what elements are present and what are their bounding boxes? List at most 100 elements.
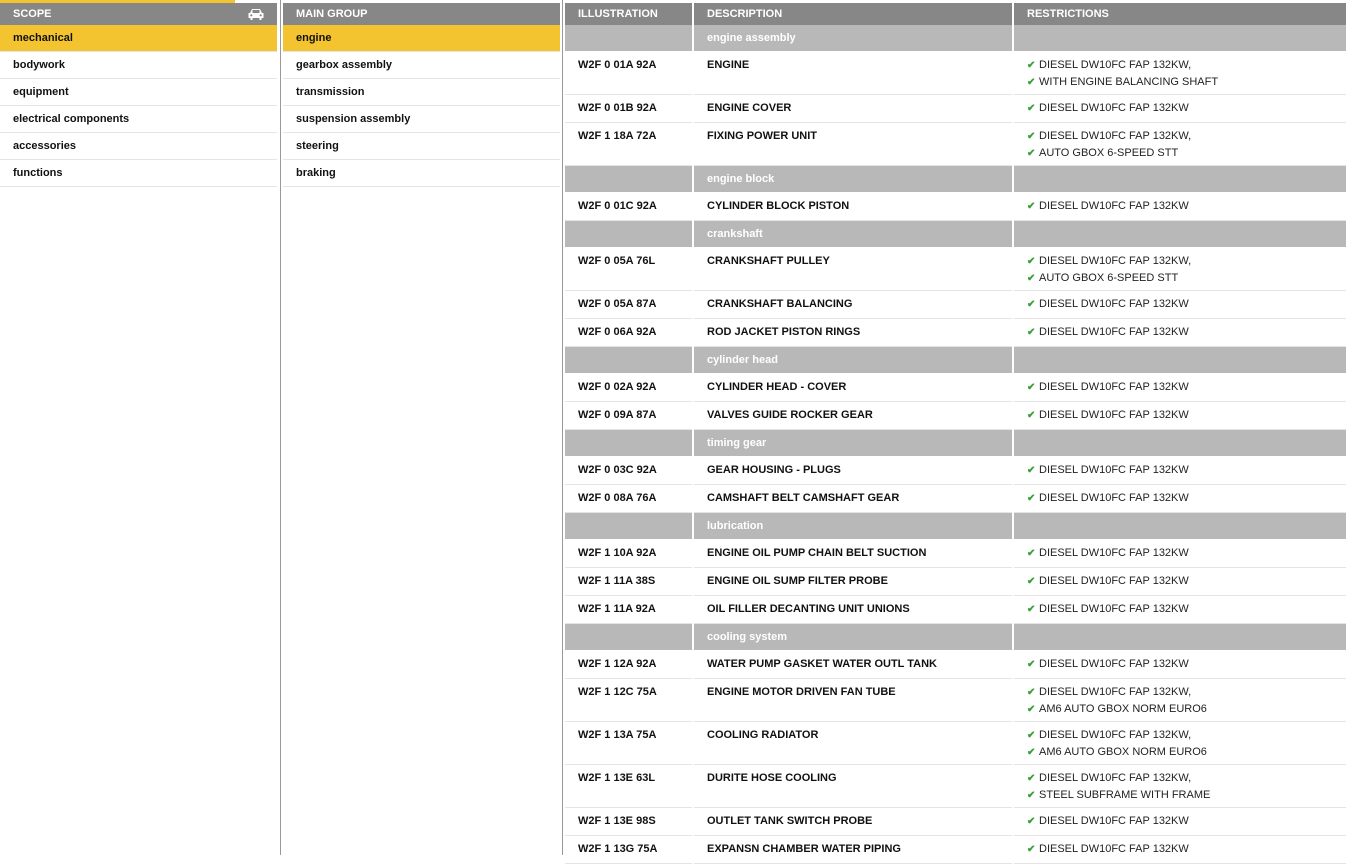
part-row[interactable]: W2F 1 13G 75A EXPANSN CHAMBER WATER PIPIN…	[565, 835, 1346, 864]
restriction-line: ✔ DIESEL DW10FC FAP 132KW	[1027, 296, 1346, 313]
main-group-item[interactable]: gearbox assembly	[283, 52, 560, 79]
section-spacer	[565, 25, 693, 52]
restriction-line: ✔ DIESEL DW10FC FAP 132KW,	[1027, 770, 1346, 787]
parts-table: ILLUSTRATION DESCRIPTION RESTRICTIONS en…	[565, 3, 1346, 864]
main-group-header-label: MAIN GROUP	[296, 8, 368, 20]
divider	[280, 0, 281, 855]
main-group-item[interactable]: engine	[283, 25, 560, 52]
restriction-line: ✔ WITH ENGINE BALANCING SHAFT	[1027, 74, 1346, 91]
restrictions-cell: ✔ DIESEL DW10FC FAP 132KW	[1012, 835, 1346, 864]
restrictions-list: ✔ DIESEL DW10FC FAP 132KW, ✔ AUTO GBOX 6-SP…	[1027, 128, 1346, 162]
scope-item[interactable]: accessories	[0, 133, 277, 160]
part-row[interactable]: W2F 0 01B 92A ENGINE COVER ✔ DIESEL DW10FC …	[565, 94, 1346, 123]
part-description: CRANKSHAFT BALANCING	[692, 290, 1013, 319]
illustration-code: W2F 0 09A 87A	[565, 401, 693, 430]
scope-header-label: SCOPE	[13, 8, 52, 20]
parts-panel: ILLUSTRATION DESCRIPTION RESTRICTIONS en…	[565, 3, 1346, 864]
main-group-item[interactable]: braking	[283, 160, 560, 187]
restriction-line: ✔ DIESEL DW10FC FAP 132KW,	[1027, 128, 1346, 145]
restrictions-list: ✔ DIESEL DW10FC FAP 132KW	[1027, 813, 1346, 830]
part-row[interactable]: W2F 1 10A 92A ENGINE OIL PUMP CHAIN BELT …	[565, 539, 1346, 568]
check-icon: ✔	[1027, 77, 1036, 88]
part-row[interactable]: W2F 0 01A 92A ENGINE ✔ DIESEL DW10FC FAP 13…	[565, 51, 1346, 95]
restriction-line: ✔ DIESEL DW10FC FAP 132KW,	[1027, 253, 1346, 270]
section-spacer	[565, 165, 693, 193]
check-icon: ✔	[1027, 103, 1036, 114]
illustration-code: W2F 1 13A 75A	[565, 721, 693, 765]
part-row[interactable]: W2F 1 12C 75A ENGINE MOTOR DRIVEN FAN TUB…	[565, 678, 1346, 722]
restriction-line: ✔ DIESEL DW10FC FAP 132KW	[1027, 462, 1346, 479]
restriction-line: ✔ DIESEL DW10FC FAP 132KW	[1027, 545, 1346, 562]
part-description: CYLINDER BLOCK PISTON	[692, 192, 1013, 221]
illustration-code: W2F 1 18A 72A	[565, 122, 693, 166]
check-icon: ✔	[1027, 256, 1036, 267]
restrictions-cell: ✔ DIESEL DW10FC FAP 132KW	[1012, 318, 1346, 347]
restriction-text: DIESEL DW10FC FAP 132KW	[1039, 492, 1189, 504]
scope-item[interactable]: mechanical	[0, 25, 277, 52]
part-row[interactable]: W2F 0 01C 92A CYLINDER BLOCK PISTON ✔ DIESE…	[565, 192, 1346, 221]
restrictions-cell: ✔ DIESEL DW10FC FAP 132KW	[1012, 192, 1346, 221]
illustration-code: W2F 0 01B 92A	[565, 94, 693, 123]
illustration-code: W2F 0 02A 92A	[565, 373, 693, 402]
restriction-line: ✔ AUTO GBOX 6-SPEED STT	[1027, 270, 1346, 287]
restriction-line: ✔ DIESEL DW10FC FAP 132KW,	[1027, 727, 1346, 744]
part-row[interactable]: W2F 0 09A 87A VALVES GUIDE ROCKER GEAR ✔ DI…	[565, 401, 1346, 430]
main-group-item[interactable]: steering	[283, 133, 560, 160]
part-row[interactable]: W2F 0 06A 92A ROD JACKET PISTON RINGS ✔ DIE…	[565, 318, 1346, 347]
part-row[interactable]: W2F 1 13A 75A COOLING RADIATOR ✔ DIESEL DW1…	[565, 721, 1346, 765]
part-row[interactable]: W2F 0 05A 87A CRANKSHAFT BALANCING ✔ DIESEL…	[565, 290, 1346, 319]
part-row[interactable]: W2F 0 03C 92A GEAR HOUSING - PLUGS ✔ DIESEL…	[565, 456, 1346, 485]
scope-item[interactable]: equipment	[0, 79, 277, 106]
check-icon: ✔	[1027, 844, 1036, 855]
part-description: ROD JACKET PISTON RINGS	[692, 318, 1013, 347]
part-row[interactable]: W2F 0 02A 92A CYLINDER HEAD - COVER ✔ DIESE…	[565, 373, 1346, 402]
scope-item[interactable]: bodywork	[0, 52, 277, 79]
restrictions-list: ✔ DIESEL DW10FC FAP 132KW	[1027, 573, 1346, 590]
section-title: timing gear	[692, 429, 1013, 457]
part-row[interactable]: W2F 1 18A 72A FIXING POWER UNIT ✔ DIESEL DW…	[565, 122, 1346, 166]
scope-header: SCOPE	[0, 3, 277, 25]
section-title: cylinder head	[692, 346, 1013, 374]
scope-list: mechanical bodywork equipment electrical co…	[0, 25, 277, 187]
section-spacer	[1012, 346, 1346, 374]
section-row: engine assembly	[565, 25, 1346, 52]
restriction-text: DIESEL DW10FC FAP 132KW	[1039, 102, 1189, 114]
illustration-code: W2F 1 11A 38S	[565, 567, 693, 596]
illustration-code: W2F 1 11A 92A	[565, 595, 693, 624]
scope-item[interactable]: electrical components	[0, 106, 277, 133]
section-spacer	[1012, 165, 1346, 193]
part-row[interactable]: W2F 0 08A 76A CAMSHAFT BELT CAMSHAFT GEAR…	[565, 484, 1346, 513]
restriction-line: ✔ DIESEL DW10FC FAP 132KW	[1027, 379, 1346, 396]
part-row[interactable]: W2F 1 13E 98S OUTLET TANK SWITCH PROBE ✔ DI…	[565, 807, 1346, 836]
restriction-line: ✔ STEEL SUBFRAME WITH FRAME	[1027, 787, 1346, 804]
part-row[interactable]: W2F 1 12A 92A WATER PUMP GASKET WATER OUT…	[565, 650, 1346, 679]
restriction-text: DIESEL DW10FC FAP 132KW	[1039, 547, 1189, 559]
restrictions-list: ✔ DIESEL DW10FC FAP 132KW	[1027, 324, 1346, 341]
restriction-line: ✔ DIESEL DW10FC FAP 132KW	[1027, 100, 1346, 117]
restriction-text: DIESEL DW10FC FAP 132KW,	[1039, 255, 1192, 267]
restriction-line: ✔ DIESEL DW10FC FAP 132KW	[1027, 573, 1346, 590]
illustration-code: W2F 0 05A 87A	[565, 290, 693, 319]
part-row[interactable]: W2F 1 11A 38S ENGINE OIL SUMP FILTER PROB…	[565, 567, 1346, 596]
part-row[interactable]: W2F 1 13E 63L DURITE HOSE COOLING ✔ DIESEL …	[565, 764, 1346, 808]
section-title: lubrication	[692, 512, 1013, 540]
restrictions-cell: ✔ DIESEL DW10FC FAP 132KW	[1012, 539, 1346, 568]
restrictions-list: ✔ DIESEL DW10FC FAP 132KW	[1027, 601, 1346, 618]
restrictions-cell: ✔ DIESEL DW10FC FAP 132KW	[1012, 373, 1346, 402]
check-icon: ✔	[1027, 327, 1036, 338]
check-icon: ✔	[1027, 273, 1036, 284]
part-row[interactable]: W2F 0 05A 76L CRANKSHAFT PULLEY ✔ DIESEL DW…	[565, 247, 1346, 291]
car-icon[interactable]	[247, 7, 265, 21]
main-group-header: MAIN GROUP	[283, 3, 560, 25]
restrictions-cell: ✔ DIESEL DW10FC FAP 132KW, ✔ WITH ENGINE BA…	[1012, 51, 1346, 95]
section-spacer	[565, 346, 693, 374]
main-group-item[interactable]: suspension assembly	[283, 106, 560, 133]
part-row[interactable]: W2F 1 11A 92A OIL FILLER DECANTING UNIT U…	[565, 595, 1346, 624]
restrictions-cell: ✔ DIESEL DW10FC FAP 132KW, ✔ AM6 AUTO GBOX …	[1012, 721, 1346, 765]
main-group-item[interactable]: transmission	[283, 79, 560, 106]
scope-item[interactable]: functions	[0, 160, 277, 187]
restrictions-cell: ✔ DIESEL DW10FC FAP 132KW	[1012, 595, 1346, 624]
part-description: EXPANSN CHAMBER WATER PIPING	[692, 835, 1013, 864]
section-spacer	[565, 220, 693, 248]
restriction-text: DIESEL DW10FC FAP 132KW	[1039, 464, 1189, 476]
